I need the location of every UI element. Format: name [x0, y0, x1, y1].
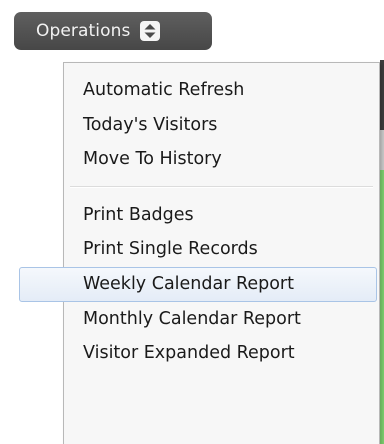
- updown-arrows-icon: [140, 21, 161, 41]
- menu-separator: [70, 185, 373, 188]
- background-panel-left: [0, 60, 12, 444]
- menu-item-move-to-history[interactable]: Move To History: [64, 142, 379, 177]
- menu-item-print-badges[interactable]: Print Badges: [64, 198, 379, 233]
- menu-group-reports: Print Badges Print Single Records Weekly…: [19, 198, 379, 371]
- menu-item-weekly-calendar-report[interactable]: Weekly Calendar Report: [19, 266, 377, 302]
- operations-button[interactable]: Operations: [14, 12, 212, 50]
- menu-item-todays-visitors[interactable]: Today's Visitors: [64, 108, 379, 143]
- menu-group-view: Automatic Refresh Today's Visitors Move …: [64, 63, 379, 177]
- menu-item-print-single-records[interactable]: Print Single Records: [64, 232, 379, 267]
- menu-item-visitor-expanded-report[interactable]: Visitor Expanded Report: [64, 336, 379, 371]
- operations-label: Operations: [36, 21, 131, 41]
- operations-dropdown-menu: Automatic Refresh Today's Visitors Move …: [19, 62, 380, 444]
- menu-item-monthly-calendar-report[interactable]: Monthly Calendar Report: [64, 302, 379, 337]
- background-panel-right: [380, 60, 384, 444]
- menu-item-automatic-refresh[interactable]: Automatic Refresh: [64, 73, 379, 108]
